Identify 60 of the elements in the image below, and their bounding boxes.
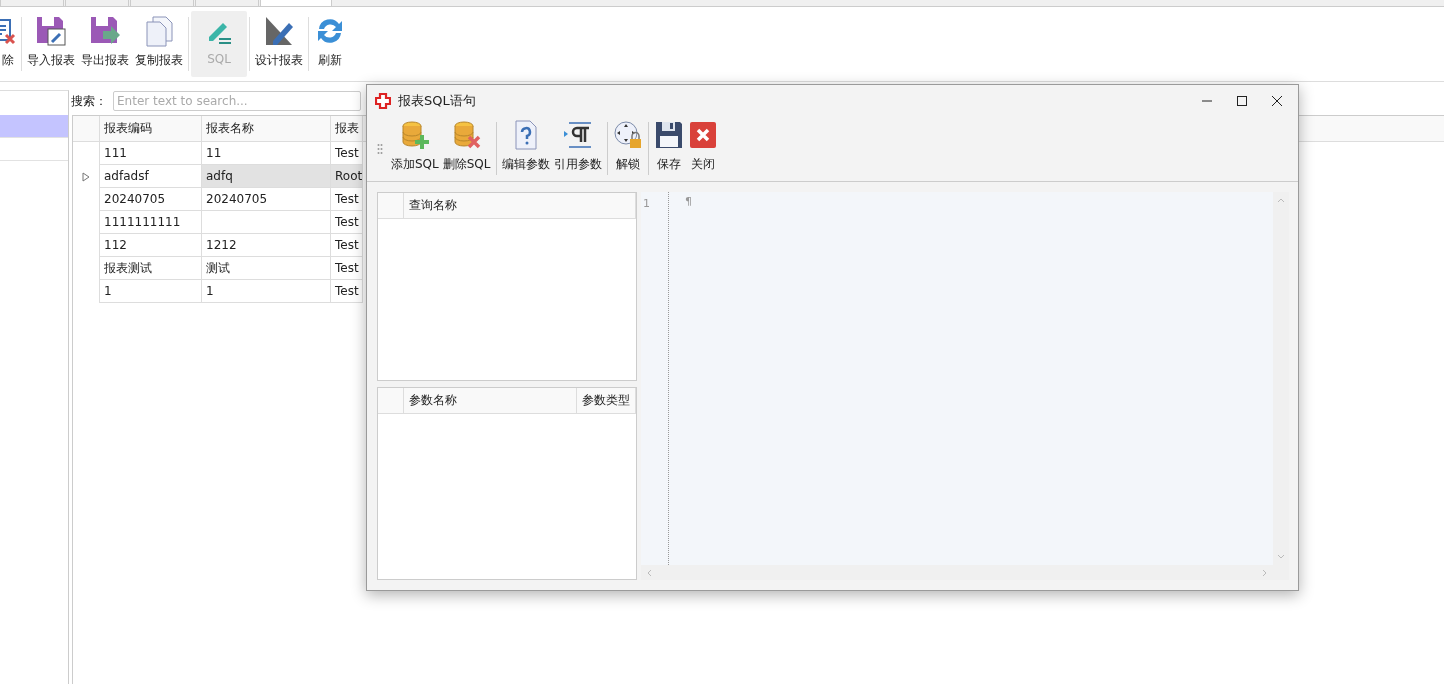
table-cell: 111 [100,142,202,165]
floppy-wrench-icon [35,15,67,47]
floppy-icon [653,120,684,150]
database-add-icon [399,120,430,150]
paragraph-mark: ¶ [685,195,692,208]
table-cell: Test [331,188,363,211]
floppy-arrow-icon [89,15,121,47]
toolbar-button[interactable]: 导入报表 [24,11,78,77]
close-icon [687,120,718,150]
line-number: 1 [643,197,650,210]
triangle-pencil-icon [263,15,295,47]
table-cell: Test [331,280,363,303]
table-cell: 1212 [202,234,331,257]
toolbar-button[interactable]: 复制报表 [132,11,186,77]
tab[interactable] [260,0,332,7]
tab[interactable] [65,0,129,7]
toolbar-button[interactable]: 刷新 [311,11,349,77]
column-header[interactable]: 报表 [331,116,363,141]
toolbar-button[interactable]: 编辑参数 [499,116,552,181]
table-cell: Test [331,211,363,234]
table-cell: Root [331,165,363,188]
table-cell: 20240705 [202,188,331,211]
tab[interactable] [195,0,259,7]
table-cell: 1 [202,280,331,303]
toolbar-button[interactable]: 关闭 [685,116,720,181]
toolbar-button[interactable]: 导出报表 [78,11,132,77]
column-header[interactable]: 报表编码 [100,116,202,141]
table-cell: 112 [100,234,202,257]
column-header[interactable]: 报表名称 [202,116,331,141]
list-item[interactable] [0,115,68,138]
grip-icon[interactable] [377,142,383,155]
toolbar-button[interactable]: 添加SQL [389,116,441,181]
toolbar-button[interactable]: 删除SQL [440,116,493,181]
maximize-button[interactable] [1235,93,1249,108]
compass-lock-icon [612,120,643,150]
search-field[interactable]: Enter text to search... [113,91,361,111]
toolbar-button[interactable]: 除 [0,11,19,77]
window-title: 报表SQL语句 [398,91,476,110]
close-button[interactable] [1270,93,1284,108]
table-cell: adfq [202,165,331,188]
database-delete-icon [451,120,482,150]
tab[interactable] [0,0,64,7]
documents-icon [143,15,175,47]
search-label: 搜索： [71,92,107,110]
cross-logo-icon [375,92,391,109]
toolbar-button[interactable]: 设计报表 [252,11,306,77]
toolbar-button[interactable]: 保存 [651,116,686,181]
paragraph-icon [562,120,593,150]
tab[interactable] [130,0,194,7]
table-cell: 测试 [202,257,331,280]
toolbar-button[interactable]: 解锁 [610,116,645,181]
table-cell: 1111111111 [100,211,202,234]
table-cell: 20240705 [100,188,202,211]
column-header[interactable]: 参数名称 [404,388,577,413]
table-cell: Test [331,257,363,280]
table-cell: 报表测试 [100,257,202,280]
table-cell: Test [331,234,363,257]
table-cell: 1 [100,280,202,303]
toolbar-button[interactable]: 引用参数 [551,116,604,181]
column-header[interactable]: 参数类型 [577,388,636,413]
